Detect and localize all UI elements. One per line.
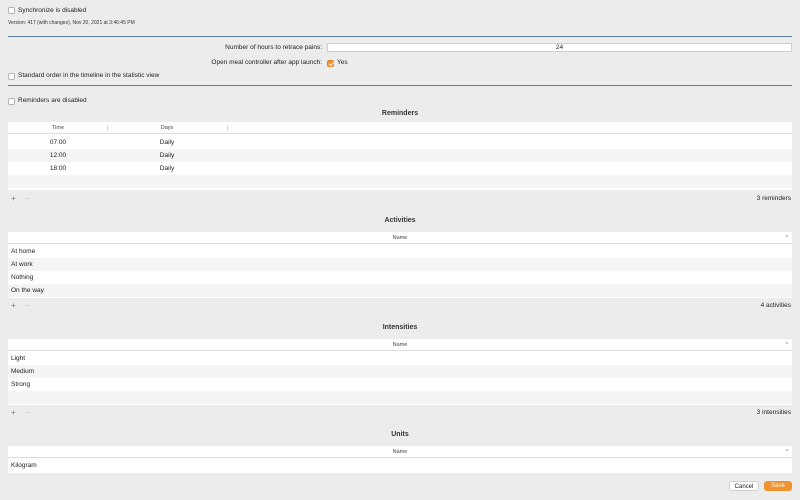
intensities-title: Intensities — [382, 324, 418, 331]
list-item[interactable]: Medium — [8, 365, 792, 378]
column-header-time[interactable]: Time — [8, 122, 108, 134]
list-item[interactable]: At home — [8, 245, 792, 258]
sort-ascending-icon[interactable]: ^ — [786, 339, 788, 351]
units-title: Units — [391, 431, 409, 438]
table-row-empty — [8, 391, 792, 404]
intensity-name: Light — [11, 355, 26, 362]
standard-order-checkbox[interactable] — [8, 73, 15, 80]
activity-name: At home — [11, 248, 36, 255]
intensity-name: Medium — [11, 368, 35, 375]
activity-name: Nothing — [11, 274, 34, 281]
version-text: Version: 417 (with changes), Nov 20, 202… — [8, 20, 135, 26]
save-button[interactable]: Save — [764, 481, 792, 491]
column-separator — [227, 125, 228, 131]
meal-label: Open meal controller after app launch: — [211, 59, 322, 66]
intensities-count: 3 intensities — [756, 409, 791, 416]
meal-checkbox[interactable] — [327, 60, 334, 67]
sort-ascending-icon[interactable]: ^ — [786, 446, 788, 458]
reminder-days: Daily — [159, 165, 175, 172]
table-row[interactable]: 07:00 Daily — [8, 136, 792, 149]
activities-header: Name ^ — [8, 232, 792, 244]
remove-activity-button[interactable]: − — [25, 301, 30, 310]
hours-input[interactable]: 24 — [327, 43, 792, 52]
standard-order-label: Standard order in the timeline in the st… — [18, 72, 160, 79]
units-header: Name ^ — [8, 446, 792, 458]
sync-label: Synchronize is disabled — [18, 7, 87, 14]
column-header-name[interactable]: Name — [8, 232, 792, 244]
sync-checkbox[interactable] — [8, 7, 15, 14]
add-intensity-button[interactable]: + — [11, 408, 16, 417]
column-header-name[interactable]: Name — [8, 446, 792, 458]
hours-label: Number of hours to retrace pains: — [225, 44, 322, 51]
sort-ascending-icon[interactable]: ^ — [786, 232, 788, 244]
list-item[interactable]: At work — [8, 258, 792, 271]
reminders-count: 3 reminders — [756, 195, 791, 202]
divider-middle — [8, 85, 792, 86]
activities-table: Name ^ At home At work Nothing On the wa… — [8, 232, 792, 298]
list-item[interactable]: Nothing — [8, 271, 792, 284]
reminder-time: 07:00 — [49, 139, 67, 146]
list-item[interactable]: Kilogram — [8, 459, 792, 472]
activities-title: Activities — [384, 217, 416, 224]
meal-option-label: Yes — [337, 59, 348, 66]
unit-name: Kilogram — [11, 462, 37, 469]
column-header-days[interactable]: Days — [108, 122, 226, 134]
add-reminder-button[interactable]: + — [11, 194, 16, 203]
reminders-checkbox[interactable] — [8, 98, 15, 105]
cancel-button[interactable]: Cancel — [729, 481, 759, 491]
reminder-time: 12:00 — [49, 152, 67, 159]
intensity-name: Strong — [11, 381, 31, 388]
reminder-days: Daily — [159, 152, 175, 159]
reminders-title: Reminders — [381, 110, 419, 117]
intensities-table: Name ^ Light Medium Strong — [8, 339, 792, 405]
activity-name: On the way — [11, 287, 44, 294]
remove-intensity-button[interactable]: − — [25, 408, 30, 417]
activities-count: 4 activities — [760, 302, 791, 309]
add-activity-button[interactable]: + — [11, 301, 16, 310]
list-item[interactable]: On the way — [8, 284, 792, 297]
remove-reminder-button[interactable]: − — [25, 194, 30, 203]
list-item[interactable]: Light — [8, 352, 792, 365]
table-row-empty — [8, 175, 792, 188]
reminders-table: Time Days 07:00 Daily 12:00 Daily 18:00 … — [8, 122, 792, 190]
table-row[interactable]: 12:00 Daily — [8, 149, 792, 162]
list-item[interactable]: Strong — [8, 378, 792, 391]
divider-top — [8, 36, 792, 37]
table-row[interactable]: 18:00 Daily — [8, 162, 792, 175]
units-table: Name ^ Kilogram — [8, 446, 792, 473]
reminder-time: 18:00 — [49, 165, 67, 172]
reminder-days: Daily — [159, 139, 175, 146]
intensities-header: Name ^ — [8, 339, 792, 351]
column-header-name[interactable]: Name — [8, 339, 792, 351]
reminders-header: Time Days — [8, 122, 792, 134]
activity-name: At work — [11, 261, 33, 268]
reminders-toggle-label: Reminders are disabled — [18, 97, 87, 104]
